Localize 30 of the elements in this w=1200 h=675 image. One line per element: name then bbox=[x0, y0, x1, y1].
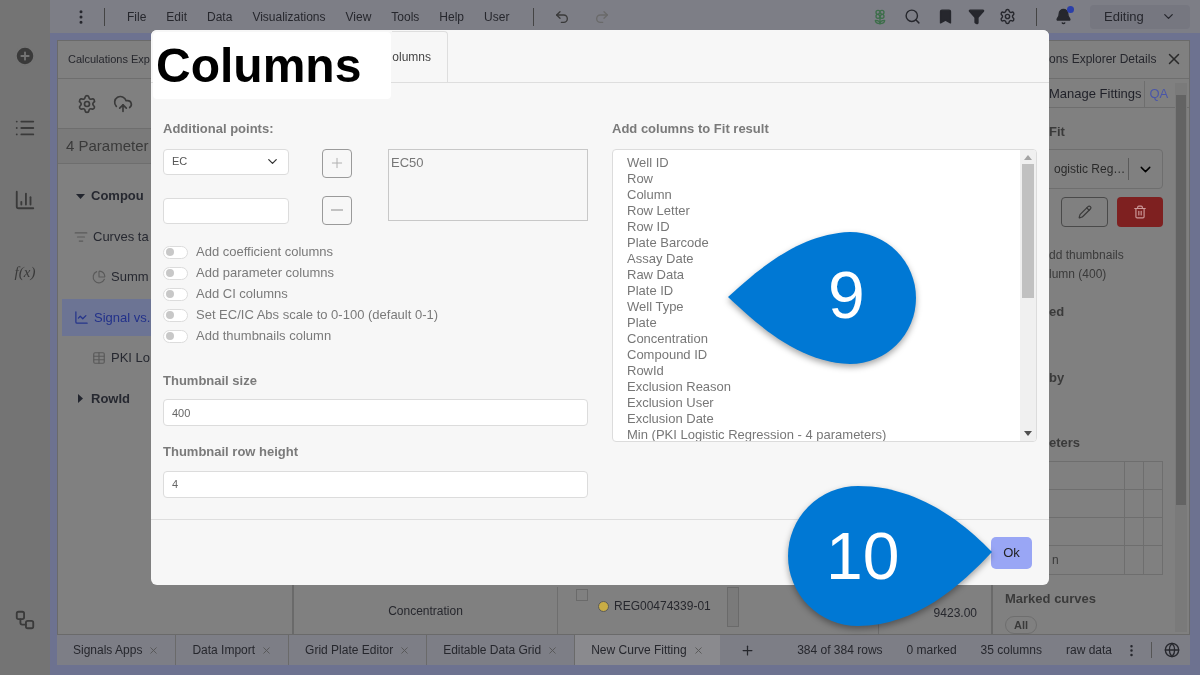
field-label: Thumbnail size bbox=[163, 371, 258, 390]
axis-label: Concentration bbox=[388, 602, 463, 620]
table-cell-text: n bbox=[1051, 551, 1059, 569]
callout-number: 9 bbox=[828, 262, 865, 328]
toggle-label: Add CI columns bbox=[196, 285, 288, 304]
value-cell-text: 9423.00 bbox=[933, 604, 977, 622]
legend-label: REG00474339-01 bbox=[614, 598, 711, 615]
note-text: lumn (400) bbox=[1049, 266, 1108, 283]
section-heading: Fit bbox=[1049, 122, 1066, 141]
status-text: 384 of 384 rows bbox=[796, 642, 884, 659]
status-text: raw data bbox=[1064, 642, 1113, 659]
status-text: 0 marked bbox=[905, 642, 958, 659]
panel-title: ons Explorer Details bbox=[1049, 51, 1157, 69]
toggle-label: Add coefficient columns bbox=[196, 243, 334, 262]
toggle-label: Set EC/IC Abs scale to 0-100 (default 0-1) bbox=[196, 306, 439, 325]
subheader-text: 4 Parameter bbox=[66, 135, 149, 156]
toggle-label: Add thumbnails column bbox=[196, 327, 332, 346]
section-heading: eters bbox=[1049, 434, 1082, 452]
toggle-label: Add parameter columns bbox=[196, 264, 334, 283]
callout-number: 10 bbox=[826, 523, 900, 589]
section-heading: Marked curves bbox=[1005, 589, 1098, 608]
field-label: Add columns to Fit result bbox=[612, 120, 770, 138]
field-label: Thumbnail row height bbox=[163, 443, 300, 461]
note-text: dd thumbnails bbox=[1049, 247, 1125, 264]
panel-title: Calculations Exp bbox=[68, 52, 150, 68]
annotation-text: Columns bbox=[156, 41, 362, 90]
section-heading: ed bbox=[1049, 303, 1066, 321]
field-label: Additional points: bbox=[163, 120, 275, 138]
status-text: 35 columns bbox=[979, 642, 1043, 659]
section-heading: by bbox=[1049, 368, 1066, 387]
